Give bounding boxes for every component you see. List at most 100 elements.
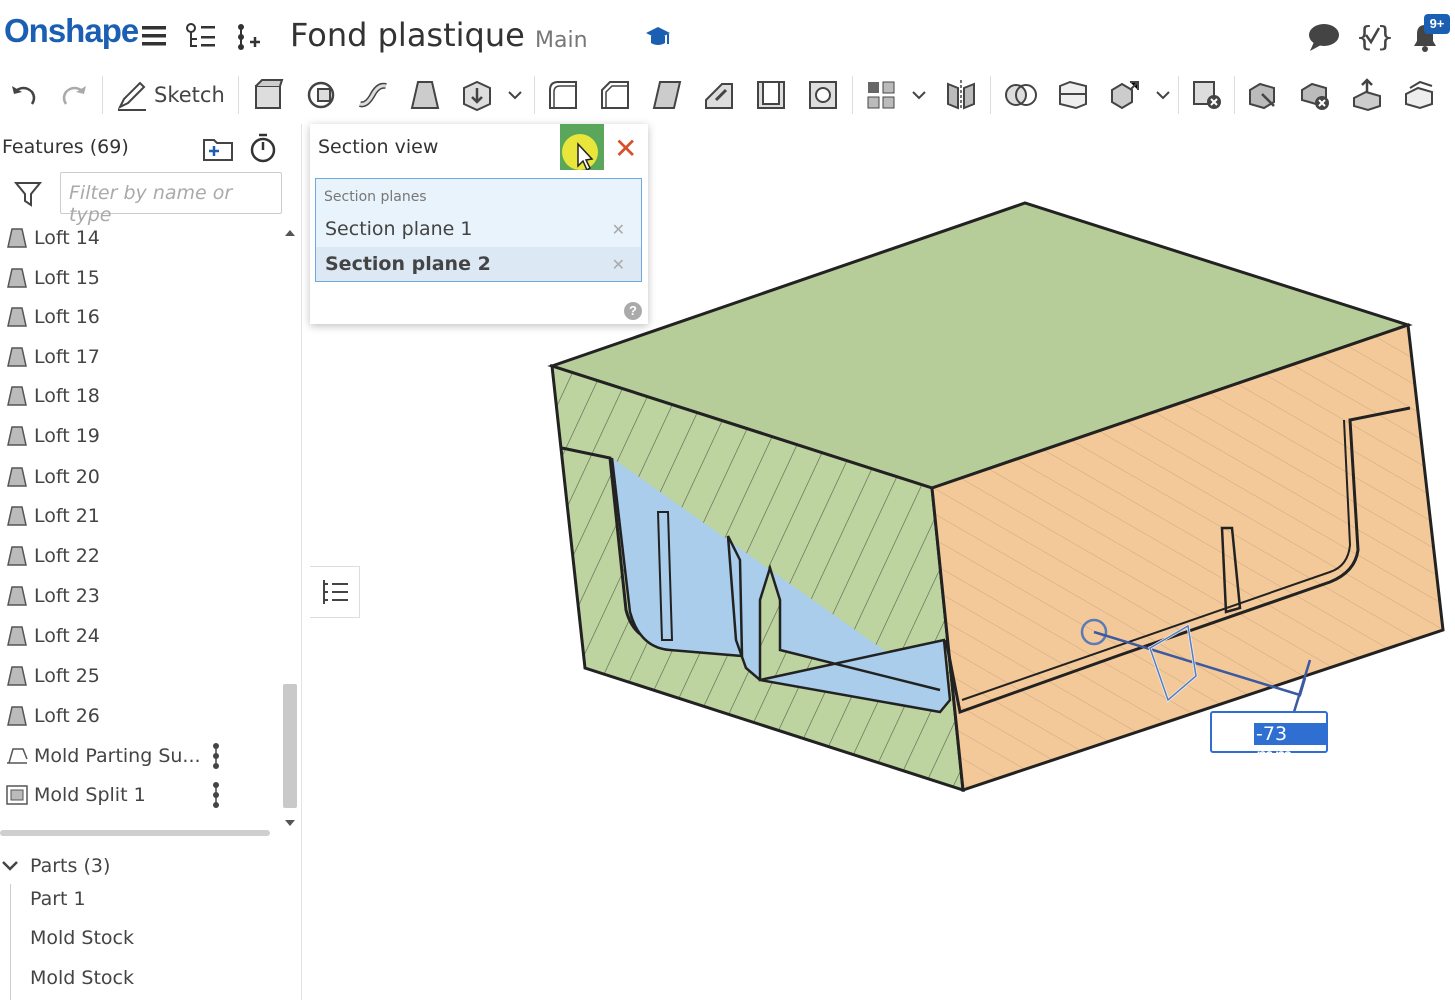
part-item[interactable]: Mold Stock xyxy=(30,927,134,949)
feature-item[interactable]: Mold Parting Su... xyxy=(0,736,280,776)
chamfer-icon[interactable] xyxy=(598,78,632,112)
menu-icon[interactable] xyxy=(140,22,168,50)
scrollbar-thumb[interactable] xyxy=(283,684,297,808)
pattern-dropdown-icon[interactable] xyxy=(910,78,928,112)
toolbar-separator xyxy=(1234,76,1235,114)
feature-item[interactable]: Loft 24 xyxy=(0,616,280,656)
fillet-icon[interactable] xyxy=(546,78,580,112)
main-toolbar: Sketch xyxy=(0,70,1455,120)
section-plane-row[interactable]: Section plane 1 ✕ xyxy=(316,212,641,246)
thicken-icon[interactable] xyxy=(460,78,494,112)
featurescript-icon[interactable]: {} xyxy=(1356,18,1392,56)
delete-face-icon[interactable] xyxy=(1298,78,1332,112)
scroll-down-icon[interactable] xyxy=(283,818,297,830)
feature-menu-icon[interactable] xyxy=(208,742,224,770)
feature-item[interactable]: Loft 23 xyxy=(0,576,280,616)
section-plane-label: Section plane 2 xyxy=(325,253,491,275)
section-plane-row[interactable]: Section plane 2 ✕ xyxy=(316,247,641,281)
feature-item[interactable]: Loft 26 xyxy=(0,696,280,736)
sketch-button[interactable]: Sketch xyxy=(116,78,225,112)
extrude-icon[interactable] xyxy=(252,78,284,112)
draft-icon[interactable] xyxy=(650,78,684,112)
toolbar-separator xyxy=(990,76,991,114)
scroll-up-icon[interactable] xyxy=(283,226,297,238)
branch-label[interactable]: Main xyxy=(535,28,588,53)
feature-menu-icon[interactable] xyxy=(208,781,224,809)
svg-text:{: { xyxy=(1356,20,1373,53)
feature-tree-panel: Features (69) Filter by name or type Lof… xyxy=(0,124,302,1000)
chevron-down-icon[interactable] xyxy=(0,856,24,876)
sweep-icon[interactable] xyxy=(356,78,390,112)
revolve-icon[interactable] xyxy=(304,78,338,112)
features-header[interactable]: Features (69) xyxy=(2,136,129,158)
remove-icon[interactable]: ✕ xyxy=(612,255,625,274)
loft-icon xyxy=(7,506,27,526)
feature-list-icon[interactable] xyxy=(185,22,219,52)
section-view-dialog: Section view ✕ Section planes Section pl… xyxy=(310,124,648,324)
part-item[interactable]: Part 1 xyxy=(30,888,86,910)
redo-icon[interactable] xyxy=(60,78,90,112)
thicken-dropdown-icon[interactable] xyxy=(506,78,524,112)
loft-icon[interactable] xyxy=(408,78,442,112)
learning-center-icon[interactable] xyxy=(644,24,672,50)
undo-icon[interactable] xyxy=(8,78,38,112)
transform-dropdown-icon[interactable] xyxy=(1154,78,1172,112)
feature-label: Mold Split 1 xyxy=(34,784,146,806)
rib-icon[interactable] xyxy=(702,78,736,112)
loft-icon xyxy=(7,307,27,327)
document-title[interactable]: Fond plastique xyxy=(290,16,525,54)
feature-label: Loft 15 xyxy=(34,267,100,289)
feature-label: Loft 20 xyxy=(34,466,100,488)
delete-part-icon[interactable] xyxy=(1190,78,1224,112)
mirror-icon[interactable] xyxy=(944,78,978,112)
parts-header[interactable]: Parts (3) xyxy=(0,846,110,886)
loft-icon xyxy=(7,228,27,248)
feature-item[interactable]: Loft 19 xyxy=(0,416,280,456)
split-icon[interactable] xyxy=(1056,78,1090,112)
filter-icon[interactable] xyxy=(14,180,42,208)
feature-item[interactable]: Loft 22 xyxy=(0,536,280,576)
rollback-timer-icon[interactable] xyxy=(248,132,278,164)
feature-item[interactable]: Loft 18 xyxy=(0,376,280,416)
part-item[interactable]: Mold Stock xyxy=(30,967,134,989)
instance-list-icon xyxy=(322,580,348,604)
list-toggle-button[interactable] xyxy=(310,566,360,618)
feature-item[interactable]: Loft 21 xyxy=(0,496,280,536)
add-folder-icon[interactable] xyxy=(202,134,234,162)
feature-label: Loft 19 xyxy=(34,425,100,447)
close-icon[interactable]: ✕ xyxy=(614,132,637,165)
offset-surface-icon[interactable] xyxy=(1350,78,1384,112)
feature-item[interactable]: Mold Split 1 xyxy=(0,775,280,815)
loft-icon xyxy=(7,426,27,446)
feature-label: Loft 24 xyxy=(34,625,100,647)
feature-item[interactable]: Loft 15 xyxy=(0,258,280,298)
help-icon[interactable]: ? xyxy=(624,302,642,320)
move-face-icon[interactable] xyxy=(1246,78,1280,112)
loft-icon xyxy=(7,386,27,406)
feature-filter-input[interactable]: Filter by name or type xyxy=(60,172,282,226)
transform-icon[interactable] xyxy=(1108,78,1142,112)
onshape-logo[interactable]: Onshape xyxy=(4,12,139,50)
replace-face-icon[interactable] xyxy=(1402,78,1436,112)
remove-icon[interactable]: ✕ xyxy=(612,220,625,239)
boolean-icon[interactable] xyxy=(1004,78,1038,112)
variables-icon[interactable] xyxy=(232,22,264,52)
loft-icon xyxy=(7,666,27,686)
horizontal-scrollbar[interactable] xyxy=(0,830,270,836)
hole-icon[interactable] xyxy=(806,78,840,112)
loft-icon xyxy=(7,467,27,487)
dimension-input[interactable]: -73 mm xyxy=(1210,711,1328,767)
accept-button[interactable] xyxy=(560,124,604,172)
loft-icon xyxy=(7,626,27,646)
dimension-value[interactable]: -73 mm xyxy=(1254,723,1326,767)
feature-item[interactable]: Loft 17 xyxy=(0,337,280,377)
feature-item[interactable]: Loft 16 xyxy=(0,297,280,337)
top-bar: Onshape Fond plastique Main {} 9+ xyxy=(0,0,1455,70)
feature-item[interactable]: Loft 25 xyxy=(0,656,280,696)
comments-icon[interactable] xyxy=(1306,22,1342,54)
pattern-icon[interactable] xyxy=(864,78,898,112)
feature-item[interactable]: Loft 20 xyxy=(0,457,280,497)
feature-item[interactable]: Loft 14 xyxy=(0,218,280,258)
section-planes-selection[interactable]: Section planes Section plane 1 ✕ Section … xyxy=(315,178,642,282)
shell-icon[interactable] xyxy=(754,78,788,112)
